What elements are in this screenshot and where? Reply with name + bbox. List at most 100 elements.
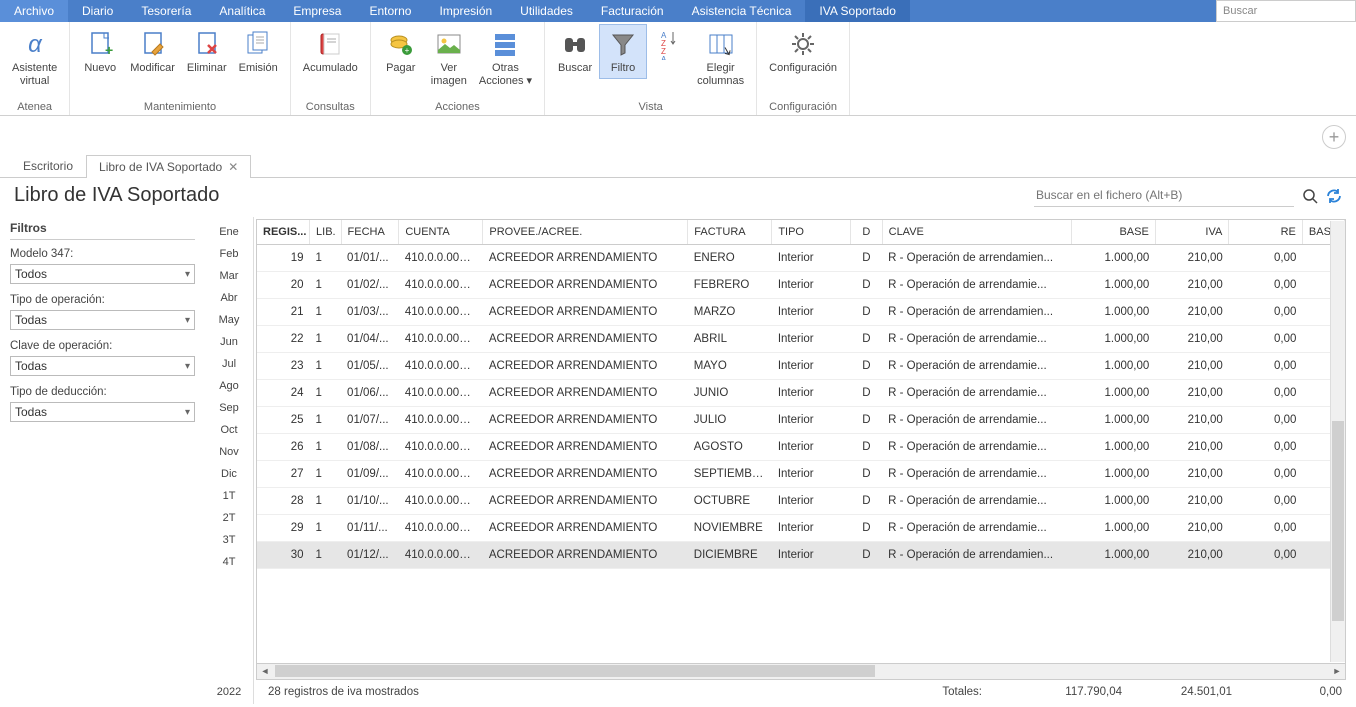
- ribbon-modificar-button[interactable]: Modificar: [124, 24, 181, 79]
- table-row[interactable]: 19101/01/...410.0.0.00002ACREEDOR ARREND…: [257, 245, 1345, 272]
- menu-facturacin[interactable]: Facturación: [587, 0, 678, 22]
- period-ene[interactable]: Ene: [205, 221, 253, 243]
- cell-base: 1.000,00: [1071, 542, 1155, 569]
- col-cuenta[interactable]: CUENTA: [399, 220, 483, 245]
- period-4t[interactable]: 4T: [205, 551, 253, 573]
- period-abr[interactable]: Abr: [205, 287, 253, 309]
- scroll-left-icon[interactable]: ◄: [257, 664, 273, 678]
- period-nov[interactable]: Nov: [205, 441, 253, 463]
- table-row[interactable]: 26101/08/...410.0.0.00002ACREEDOR ARREND…: [257, 434, 1345, 461]
- period-feb[interactable]: Feb: [205, 243, 253, 265]
- menu-entorno[interactable]: Entorno: [355, 0, 425, 22]
- tab-escritorio[interactable]: Escritorio: [10, 154, 86, 177]
- close-icon[interactable]: ✕: [228, 160, 238, 174]
- ribbon-otras-button[interactable]: Otras Acciones ▾: [473, 24, 538, 92]
- ribbon-ver-imagen-button[interactable]: Ver imagen: [425, 24, 473, 92]
- ribbon-emision-button[interactable]: Emisión: [233, 24, 284, 79]
- col-provee[interactable]: PROVEE./ACREE.: [483, 220, 688, 245]
- ribbon-filtro-button[interactable]: Filtro: [599, 24, 647, 79]
- cell-factura: ENERO: [688, 245, 772, 272]
- filter-select[interactable]: Todas: [10, 310, 195, 330]
- ribbon-group-mantenimiento: +NuevoModificarEliminarEmisiónMantenimie…: [70, 22, 290, 115]
- period-nav: EneFebMarAbrMayJunJulAgoSepOctNovDic1T2T…: [205, 217, 253, 704]
- period-sep[interactable]: Sep: [205, 397, 253, 419]
- cell-provee: ACREEDOR ARRENDAMIENTO: [483, 299, 688, 326]
- cell-re: 0,00: [1229, 542, 1303, 569]
- cell-cuenta: 410.0.0.00002: [399, 434, 483, 461]
- scrollbar-thumb[interactable]: [275, 665, 875, 677]
- period-ago[interactable]: Ago: [205, 375, 253, 397]
- period-dic[interactable]: Dic: [205, 463, 253, 485]
- period-jun[interactable]: Jun: [205, 331, 253, 353]
- file-search-input[interactable]: [1034, 184, 1294, 207]
- period-1t[interactable]: 1T: [205, 485, 253, 507]
- ribbon-ordenar-button[interactable]: AZZA: [647, 24, 691, 64]
- cell-provee: ACREEDOR ARRENDAMIENTO: [483, 272, 688, 299]
- menu-analtica[interactable]: Analítica: [205, 0, 279, 22]
- table-row[interactable]: 27101/09/...410.0.0.00002ACREEDOR ARREND…: [257, 461, 1345, 488]
- period-year[interactable]: 2022: [213, 680, 245, 704]
- scrollbar-thumb[interactable]: [1332, 421, 1344, 621]
- search-icon[interactable]: [1302, 188, 1318, 204]
- cell-lib: 1: [310, 461, 342, 488]
- table-row[interactable]: 21101/03/...410.0.0.00002ACREEDOR ARREND…: [257, 299, 1345, 326]
- doc-x-icon: [191, 28, 223, 60]
- scroll-right-icon[interactable]: ►: [1329, 664, 1345, 678]
- table-row[interactable]: 28101/10/...410.0.0.00002ACREEDOR ARREND…: [257, 488, 1345, 515]
- table-row[interactable]: 30101/12/...410.0.0.00002ACREEDOR ARREND…: [257, 542, 1345, 569]
- ribbon-eliminar-button[interactable]: Eliminar: [181, 24, 233, 79]
- global-search-input[interactable]: Buscar: [1216, 0, 1356, 22]
- ribbon-nuevo-button[interactable]: +Nuevo: [76, 24, 124, 79]
- col-iva[interactable]: IVA: [1155, 220, 1229, 245]
- period-3t[interactable]: 3T: [205, 529, 253, 551]
- ribbon-columnas-button[interactable]: Elegir columnas: [691, 24, 750, 92]
- ribbon-acumulado-button[interactable]: Acumulado: [297, 24, 364, 79]
- menu-utilidades[interactable]: Utilidades: [506, 0, 587, 22]
- ribbon-pagar-button[interactable]: +Pagar: [377, 24, 425, 79]
- table-row[interactable]: 22101/04/...410.0.0.00002ACREEDOR ARREND…: [257, 326, 1345, 353]
- col-tipo[interactable]: TIPO: [772, 220, 851, 245]
- tab-libro-de-iva-soportado[interactable]: Libro de IVA Soportado✕: [86, 155, 251, 178]
- period-2t[interactable]: 2T: [205, 507, 253, 529]
- period-may[interactable]: May: [205, 309, 253, 331]
- col-re[interactable]: RE: [1229, 220, 1303, 245]
- cell-lib: 1: [310, 542, 342, 569]
- table-row[interactable]: 29101/11/...410.0.0.00002ACREEDOR ARREND…: [257, 515, 1345, 542]
- ribbon-buscar-button[interactable]: Buscar: [551, 24, 599, 79]
- add-tab-button[interactable]: +: [1322, 125, 1346, 149]
- cell-fecha: 01/04/...: [341, 326, 399, 353]
- table-row[interactable]: 23101/05/...410.0.0.00002ACREEDOR ARREND…: [257, 353, 1345, 380]
- ribbon-asistente-button[interactable]: αAsistente virtual: [6, 24, 63, 92]
- ribbon-config-button[interactable]: Configuración: [763, 24, 843, 79]
- menu-asistenciatcnica[interactable]: Asistencia Técnica: [678, 0, 806, 22]
- col-base[interactable]: BASE: [1071, 220, 1155, 245]
- totals-label: Totales:: [942, 686, 982, 698]
- horizontal-scrollbar[interactable]: ◄ ►: [256, 664, 1346, 680]
- period-jul[interactable]: Jul: [205, 353, 253, 375]
- period-oct[interactable]: Oct: [205, 419, 253, 441]
- filter-select[interactable]: Todos: [10, 264, 195, 284]
- menu-archivo[interactable]: Archivo: [0, 0, 68, 22]
- col-factura[interactable]: FACTURA: [688, 220, 772, 245]
- menu-impresin[interactable]: Impresión: [425, 0, 506, 22]
- menu-diario[interactable]: Diario: [68, 0, 127, 22]
- table-row[interactable]: 20101/02/...410.0.0.00002ACREEDOR ARREND…: [257, 272, 1345, 299]
- vertical-scrollbar[interactable]: [1330, 221, 1345, 662]
- table-row[interactable]: 24101/06/...410.0.0.00002ACREEDOR ARREND…: [257, 380, 1345, 407]
- col-d[interactable]: D: [851, 220, 883, 245]
- filter-select[interactable]: Todas: [10, 356, 195, 376]
- refresh-icon[interactable]: [1326, 188, 1342, 204]
- menu-empresa[interactable]: Empresa: [279, 0, 355, 22]
- col-lib[interactable]: LIB.: [310, 220, 342, 245]
- col-clave[interactable]: CLAVE: [882, 220, 1071, 245]
- menu-tesorera[interactable]: Tesorería: [127, 0, 205, 22]
- menu-ivasoportado[interactable]: IVA Soportado: [805, 0, 910, 22]
- filter-select[interactable]: Todas: [10, 402, 195, 422]
- table-row[interactable]: 25101/07/...410.0.0.00002ACREEDOR ARREND…: [257, 407, 1345, 434]
- col-fecha[interactable]: FECHA: [341, 220, 399, 245]
- cell-factura: JULIO: [688, 407, 772, 434]
- col-regis[interactable]: REGIS...: [257, 220, 310, 245]
- cell-d: D: [851, 353, 883, 380]
- cell-re: 0,00: [1229, 461, 1303, 488]
- period-mar[interactable]: Mar: [205, 265, 253, 287]
